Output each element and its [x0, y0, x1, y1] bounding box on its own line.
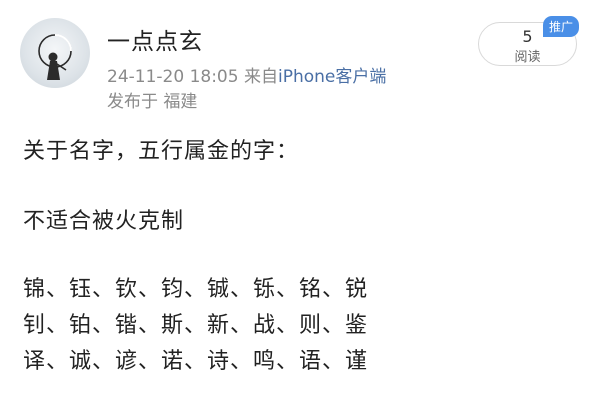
- post-line-heading: 关于名字，五行属金的字：: [23, 139, 300, 164]
- read-label: 阅读: [514, 50, 541, 65]
- post-source-prefix: 来自: [243, 67, 278, 87]
- post-line-note: 不适合被火克制: [23, 209, 185, 234]
- avatar[interactable]: [20, 18, 90, 88]
- avatar-image: [38, 34, 72, 80]
- post-timestamp: 24-11-20 18:05: [107, 67, 239, 87]
- post-location: 发布于 福建: [107, 92, 198, 112]
- post-line-chars-1: 锦、钰、钦、钧、铖、铄、铭、锐: [23, 277, 369, 302]
- post-line-chars-3: 译、诚、谚、诺、诗、鸣、语、谨: [23, 349, 369, 374]
- post-meta: 24-11-20 18:05 来自iPhone客户端: [107, 62, 386, 87]
- promo-badge[interactable]: 推广: [543, 16, 580, 37]
- post-line-chars-2: 钊、铂、锴、斯、新、战、则、鉴: [23, 313, 369, 338]
- post-client-link[interactable]: iPhone客户端: [278, 67, 386, 87]
- username[interactable]: 一点点玄: [107, 22, 203, 56]
